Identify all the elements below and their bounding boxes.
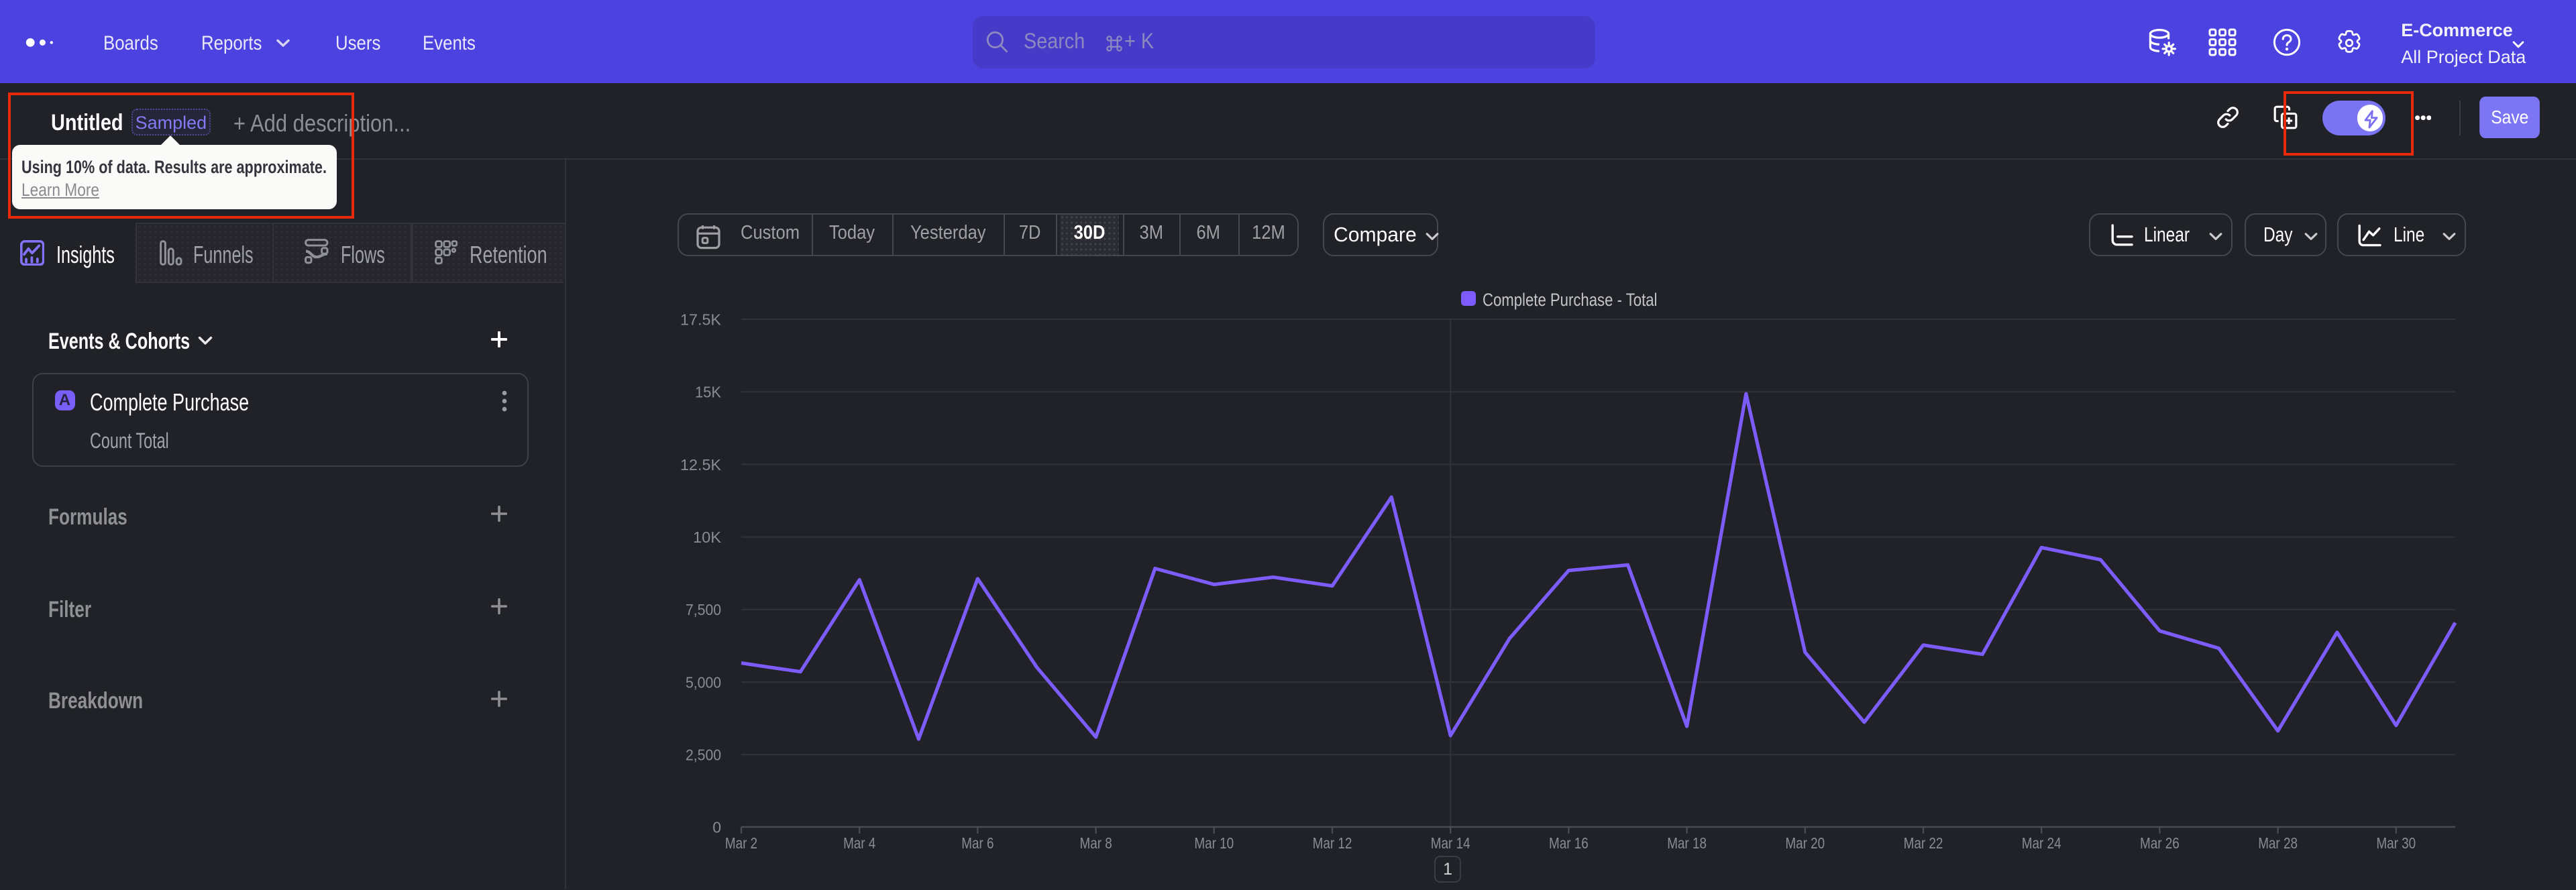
svg-text:Mar 28: Mar 28: [2258, 834, 2298, 852]
svg-text:Mar 30: Mar 30: [2376, 834, 2416, 852]
svg-text:Mar 20: Mar 20: [1785, 834, 1825, 852]
svg-text:0: 0: [712, 818, 721, 836]
svg-text:15K: 15K: [695, 384, 722, 401]
svg-text:Mar 22: Mar 22: [1904, 834, 1943, 852]
svg-text:Mar 10: Mar 10: [1194, 834, 1234, 852]
svg-text:Mar 26: Mar 26: [2140, 834, 2180, 852]
svg-text:Mar 16: Mar 16: [1549, 834, 1589, 852]
svg-text:12.5K: 12.5K: [680, 456, 722, 474]
svg-text:7,500: 7,500: [686, 601, 721, 618]
svg-text:Mar 12: Mar 12: [1313, 834, 1352, 852]
svg-text:Mar 2: Mar 2: [725, 834, 757, 852]
svg-text:Mar 6: Mar 6: [961, 834, 994, 852]
svg-text:Mar 4: Mar 4: [843, 834, 875, 852]
svg-text:Mar 18: Mar 18: [1667, 834, 1707, 852]
svg-text:2,500: 2,500: [686, 746, 721, 764]
svg-text:10K: 10K: [693, 529, 722, 546]
svg-text:Mar 8: Mar 8: [1080, 834, 1112, 852]
svg-text:Mar 14: Mar 14: [1431, 834, 1470, 852]
svg-text:Mar 24: Mar 24: [2022, 834, 2061, 852]
svg-text:17.5K: 17.5K: [680, 311, 722, 328]
svg-text:5,000: 5,000: [686, 673, 721, 691]
